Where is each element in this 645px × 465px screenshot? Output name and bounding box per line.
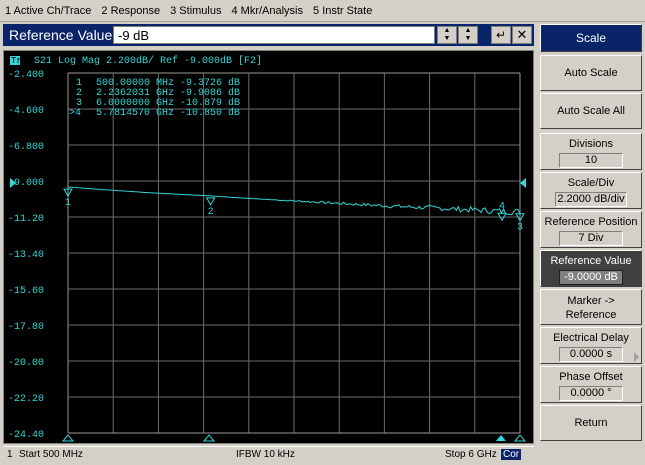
electrical-delay-value: 0.0000 s [559,347,623,362]
y-tick-label: -6.800 [8,142,44,153]
reference-value-value: -9.0000 dB [559,270,623,285]
status-start: Start 500 MHz [19,449,83,460]
reference-position-value: 7 Div [559,231,623,246]
marker-to-reference-button[interactable]: Marker -> Reference [540,289,642,325]
auto-scale-all-button[interactable]: Auto Scale All [540,93,642,129]
submenu-arrow-icon [634,352,639,362]
marker-ref-line1: Marker -> [567,295,615,307]
status-bar: 1 Start 500 MHz IFBW 10 kHz Stop 6 GHz C… [3,446,534,462]
marker-3-stimulus-icon [513,434,527,442]
status-cor-badge: Cor [501,449,522,460]
marker-table-id-4: >4 [69,108,81,119]
grid [67,72,521,434]
auto-scale-button[interactable]: Auto Scale [540,55,642,91]
close-button[interactable]: ✕ [512,26,532,44]
enter-button[interactable]: ↵ [491,26,511,44]
close-icon: ✕ [516,27,528,42]
step-up-down-button[interactable]: ▲ ▼ [458,26,478,44]
y-tick-label: -17.80 [8,322,44,333]
reference-value-button[interactable]: Reference Value -9.0000 dB [540,250,642,287]
divisions-value: 10 [559,153,623,168]
menu-stimulus[interactable]: 3 Stimulus [165,5,226,17]
y-tick-label: -24.40 [8,430,44,441]
reference-value-label: Reference Value [550,255,632,267]
arrow-down-icon: ▼ [464,35,472,42]
trace-tag: Tr2 [11,56,27,66]
y-tick-label: -22.20 [8,394,44,405]
marker-4-label: 4 [499,201,505,212]
status-stop: Stop 6 GHz [445,449,497,460]
electrical-delay-label: Electrical Delay [553,332,629,344]
y-tick-label: -11.20 [8,214,44,225]
marker-1-stimulus-icon [61,434,75,442]
arrow-down-icon: ▼ [443,35,451,42]
return-button[interactable]: Return [540,405,642,441]
y-tick-label: -13.40 [8,250,44,261]
arrow-up-icon: ▲ [464,27,472,34]
softkey-title: Scale [540,24,642,52]
menu-instr-state[interactable]: 5 Instr State [308,5,377,17]
marker-2-label: 2 [208,207,214,218]
menu-bar: 1 Active Ch/Trace 2 Response 3 Stimulus … [0,0,645,22]
enter-icon: ↵ [495,28,507,42]
y-tick-label: -20.00 [8,358,44,369]
scale-div-value: 2.2000 dB/div [555,192,627,207]
marker-table: 1 500.00000 MHz -9.3726 dB 2 2.2362031 G… [69,77,240,119]
stimulus-marker-icons [61,434,527,442]
status-ifbw: IFBW 10 kHz [236,449,295,460]
phase-offset-value: 0.0000 ° [559,386,623,401]
reference-position-label: Reference Position [544,216,638,228]
reference-position-button[interactable]: Reference Position 7 Div [540,211,642,248]
spin-up-down-button[interactable]: ▲ ▼ [437,26,457,44]
y-tick-label: -15.60 [8,286,44,297]
phase-offset-button[interactable]: Phase Offset 0.0000 ° [540,366,642,403]
entry-label: Reference Value [9,27,113,43]
menu-active-ch-trace[interactable]: 1 Active Ch/Trace [0,5,96,17]
scale-div-label: Scale/Div [567,177,615,189]
softkey-panel: Scale Auto Scale Auto Scale All Division… [537,22,645,465]
marker-table-value-4: 5.7814570 GHz -10.850 dB [96,107,240,119]
trace-plot[interactable]: -2.400 -4.600 -6.800 -9.000 -11.20 -13.40 -15.… [3,50,534,444]
y-tick-label: -4.600 [8,106,44,117]
marker-ref-line2: Reference [565,309,617,321]
scale-div-button[interactable]: Scale/Div 2.2000 dB/div [540,172,642,209]
trace-chart: -2.400-4.600-6.800-9.000-11.20-13.40-15.… [8,55,527,442]
reference-level-right-icon [520,178,526,188]
marker-4-stimulus-icon [496,435,506,441]
y-tick-label: -2.400 [8,70,44,81]
electrical-delay-button[interactable]: Electrical Delay 0.0000 s [540,327,642,364]
marker-3-label: 3 [517,223,523,234]
entry-bar: Reference Value ▲ ▼ ▲ ▼ ↵ ✕ [3,24,534,46]
reference-value-input[interactable] [113,26,435,44]
trace-header: S21 Log Mag 2.200dB/ Ref -9.000dB [F2] [34,55,262,67]
y-tick-labels: -2.400-4.600-6.800-9.000-11.20-13.40-15.… [8,70,44,441]
marker-2-icon[interactable] [205,197,216,206]
status-channel: 1 [7,449,13,460]
marker-2-stimulus-icon [202,434,216,442]
menu-response[interactable]: 2 Response [96,5,165,17]
arrow-up-icon: ▲ [443,27,451,34]
divisions-button[interactable]: Divisions 10 [540,133,642,170]
phase-offset-label: Phase Offset [559,371,623,383]
divisions-label: Divisions [568,138,613,150]
menu-mkr-analysis[interactable]: 4 Mkr/Analysis [226,5,308,17]
marker-1-label: 1 [65,198,71,209]
